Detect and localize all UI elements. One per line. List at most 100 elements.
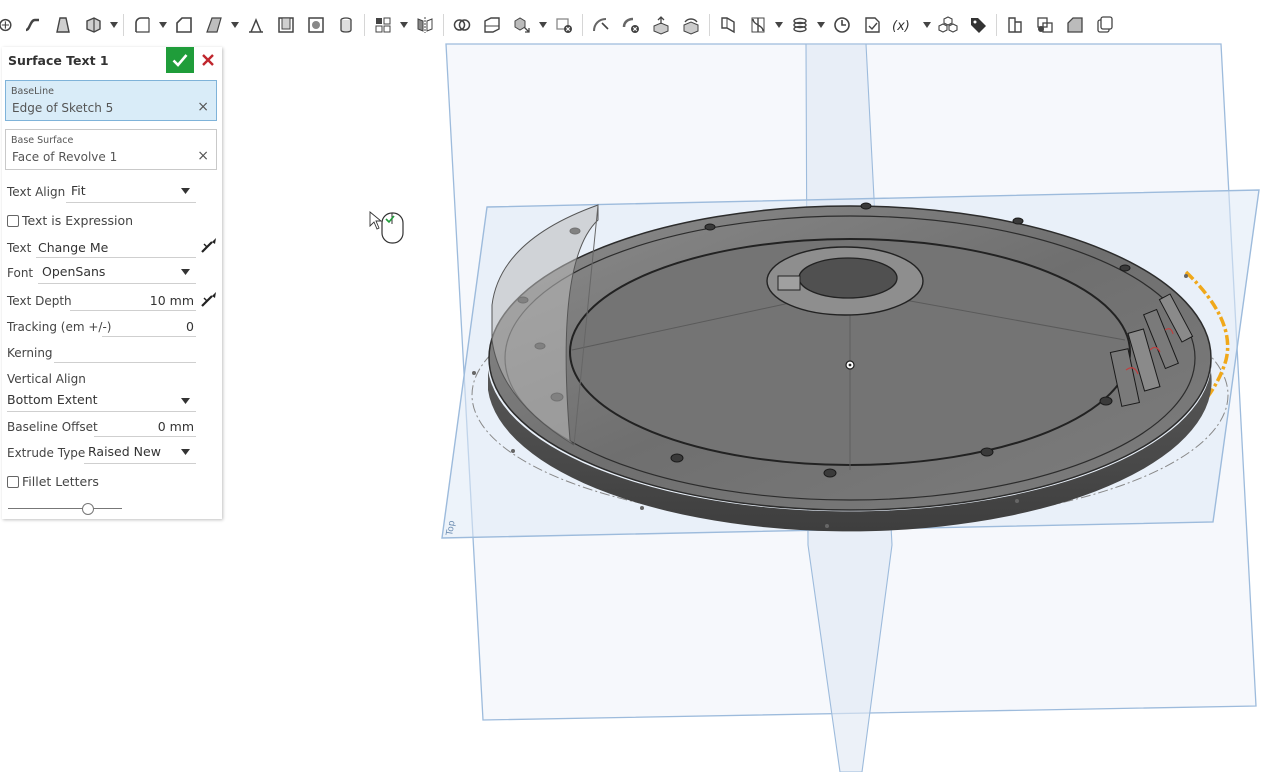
chevron-down-icon[interactable] [108,10,120,40]
hub-outer [766,246,924,316]
accept-button[interactable] [166,47,194,73]
sheet-metal-icon[interactable] [1000,10,1030,40]
toolbar-divider [443,14,444,36]
toolbar-divider [364,14,365,36]
configure-icon[interactable] [199,235,219,255]
delete-part-icon[interactable] [549,10,579,40]
mouse-cursor-icon [369,211,404,244]
chevron-down-icon[interactable] [773,10,785,40]
vertical-align-value: Bottom Extent [7,392,98,407]
thicken-icon[interactable] [78,10,108,40]
chevron-down-icon [181,398,190,404]
disc-inner-rim [569,238,1131,466]
baseline-selection[interactable]: BaseLine Edge of Sketch 5 × [5,80,217,121]
clear-baseline-icon[interactable]: × [197,99,209,115]
cylinder-icon[interactable] [331,10,361,40]
extrude-type-label: Extrude Type [7,446,86,460]
right-plane [805,43,893,772]
disc-side [488,352,1212,532]
cancel-button[interactable] [198,49,218,71]
surface-text-dialog: Surface Text 1 BaseLine Edge of Sketch 5… [2,47,222,519]
modify-fillet-icon[interactable] [586,10,616,40]
boolean-icon[interactable] [447,10,477,40]
move-face-icon[interactable] [646,10,676,40]
text-is-expression-label: Text is Expression [22,213,134,228]
base-surface-selection[interactable]: Base Surface Face of Revolve 1 × [5,129,217,170]
fillet-letters-checkbox[interactable] [7,476,19,488]
slider-thumb[interactable] [81,503,94,515]
helix-icon[interactable] [743,10,773,40]
rib-icon[interactable] [241,10,271,40]
measure-icon[interactable] [827,10,857,40]
tracking-value: 0 [186,319,194,334]
toolbar-divider [582,14,583,36]
text-input[interactable]: Change Me [36,236,196,258]
expression-icon[interactable]: (x) [887,10,921,40]
check-icon [172,54,188,67]
clear-base-surface-icon[interactable]: × [197,148,209,164]
delete-face-icon[interactable] [616,10,646,40]
top-plane [441,189,1260,539]
chevron-down-icon [181,269,190,275]
variable-icon[interactable] [857,10,887,40]
front-plane [445,43,1257,721]
text-align-label: Text Align [7,185,66,199]
split-icon[interactable] [477,10,507,40]
baseline-label: BaseLine [11,86,54,97]
replace-face-icon[interactable] [676,10,706,40]
text-depth-input[interactable]: 10 mm [70,289,196,311]
text-align-value: Fit [71,183,86,198]
base-surface-value: Face of Revolve 1 [12,150,118,164]
loft-icon[interactable] [48,10,78,40]
offset-icon[interactable] [1090,10,1120,40]
chamfer-icon[interactable] [169,10,199,40]
baseline-offset-input[interactable]: 0 mm [94,415,196,437]
text-is-expression-checkbox[interactable] [7,215,19,227]
chevron-down-icon[interactable] [157,10,169,40]
surface-icon[interactable] [1060,10,1090,40]
configure-icon[interactable] [199,289,219,309]
kerning-label: Kerning [7,346,53,360]
preview-slider[interactable] [8,502,122,516]
text-depth-label: Text Depth [7,294,72,308]
sketch-circle [471,264,1229,526]
tracking-input[interactable]: 0 [102,315,196,337]
text-depth-value: 10 mm [149,293,194,308]
chevron-down-icon[interactable] [537,10,549,40]
chevron-down-icon [181,449,190,455]
mate-connector-icon[interactable] [785,10,815,40]
disc-rim [504,215,1196,501]
kerning-input[interactable] [54,341,196,363]
baseline-value: Edge of Sketch 5 [12,101,114,115]
text-align-select[interactable]: Fit [66,179,196,203]
chevron-down-icon[interactable] [921,10,933,40]
sweep-icon[interactable] [18,10,48,40]
feature-toolbar: (x) [0,6,1284,44]
font-select[interactable]: OpenSans [38,260,196,284]
mirror-icon[interactable] [410,10,440,40]
chevron-down-icon[interactable] [398,10,410,40]
chevron-down-icon[interactable] [815,10,827,40]
flange-icon[interactable] [1030,10,1060,40]
hole-icon[interactable] [301,10,331,40]
draft-icon[interactable] [199,10,229,40]
shell-icon[interactable] [271,10,301,40]
top-plane-label: Top [445,520,458,538]
sketch-icon[interactable] [0,10,18,40]
svg-text:(x): (x) [892,19,910,34]
chevron-down-icon [181,188,190,194]
tag-icon[interactable] [963,10,993,40]
chevron-down-icon[interactable] [229,10,241,40]
raised-text-preview [1109,293,1194,407]
baseline-edge-highlight [1162,270,1230,442]
composite-icon[interactable] [933,10,963,40]
close-icon [202,54,214,66]
plane-icon[interactable] [713,10,743,40]
extrude-type-select[interactable]: Raised New [84,440,196,464]
linear-pattern-icon[interactable] [368,10,398,40]
tracking-label: Tracking (em +/-) [7,320,112,334]
transform-icon[interactable] [507,10,537,40]
vertical-align-select[interactable]: Bottom Extent [7,388,196,412]
hub-hole [798,257,898,299]
fillet-icon[interactable] [127,10,157,40]
